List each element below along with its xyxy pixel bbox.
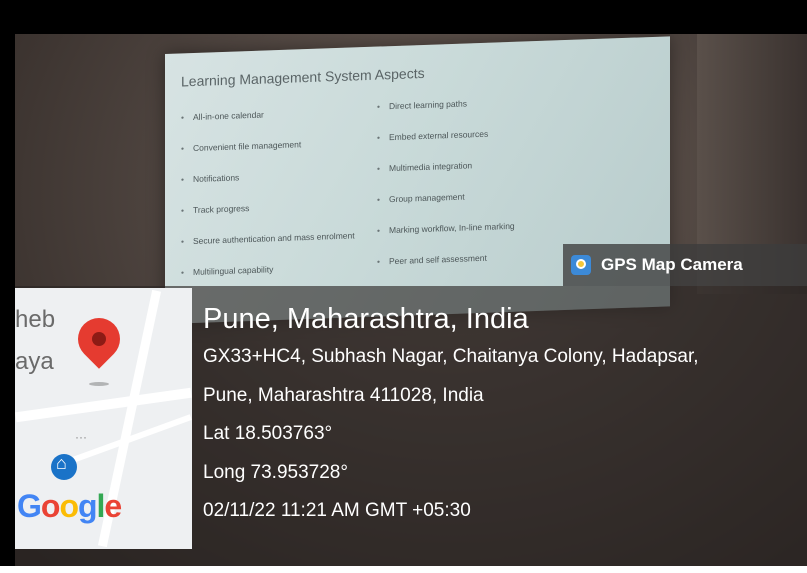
longitude: Long 73.953728° (203, 461, 348, 483)
slide-bullet: • Multimedia integration (377, 160, 473, 174)
slide-bullet: • Group management (377, 191, 465, 205)
slide-left-bullets: • All-in-one calendar • Convenient file ma… (181, 105, 355, 297)
address-line-2: Pune, Maharashtra 411028, India (203, 384, 484, 406)
map-place-label: heb (15, 306, 56, 333)
map-thumbnail: heb aya ··· Google (15, 288, 192, 549)
location-info: Pune, Maharashtra, India GX33+HC4, Subha… (203, 300, 699, 531)
map-place-label: aya (15, 348, 54, 375)
map-pin-shadow (89, 382, 109, 386)
slide-bullet: • Peer and self assessment (377, 252, 487, 267)
map-dots: ··· (75, 430, 87, 444)
slide-bullet: • Marking workflow, In-line marking (377, 220, 515, 236)
slide-title: Learning Management System Aspects (181, 64, 425, 90)
slide-right-bullets: • Direct learning paths • Embed external r… (377, 96, 515, 287)
place-marker-icon (51, 453, 77, 480)
gps-map-camera-icon (571, 255, 591, 275)
location-title: Pune, Maharashtra, India (203, 303, 529, 335)
gps-map-camera-badge: GPS Map Camera (563, 244, 807, 286)
map-road (15, 387, 192, 423)
google-logo: Google (17, 488, 122, 524)
slide-bullet: • Embed external resources (377, 128, 489, 143)
latitude: Lat 18.503763° (203, 423, 333, 444)
map-pin-dot (92, 332, 106, 346)
timestamp: 02/11/22 11:21 AM GMT +05:30 (203, 500, 471, 521)
bottom-border (0, 566, 807, 573)
slide-bullet: • Direct learning paths (377, 98, 467, 112)
address-line-1: GX33+HC4, Subhash Nagar, Chaitanya Colon… (203, 346, 699, 367)
badge-label: GPS Map Camera (601, 255, 743, 274)
